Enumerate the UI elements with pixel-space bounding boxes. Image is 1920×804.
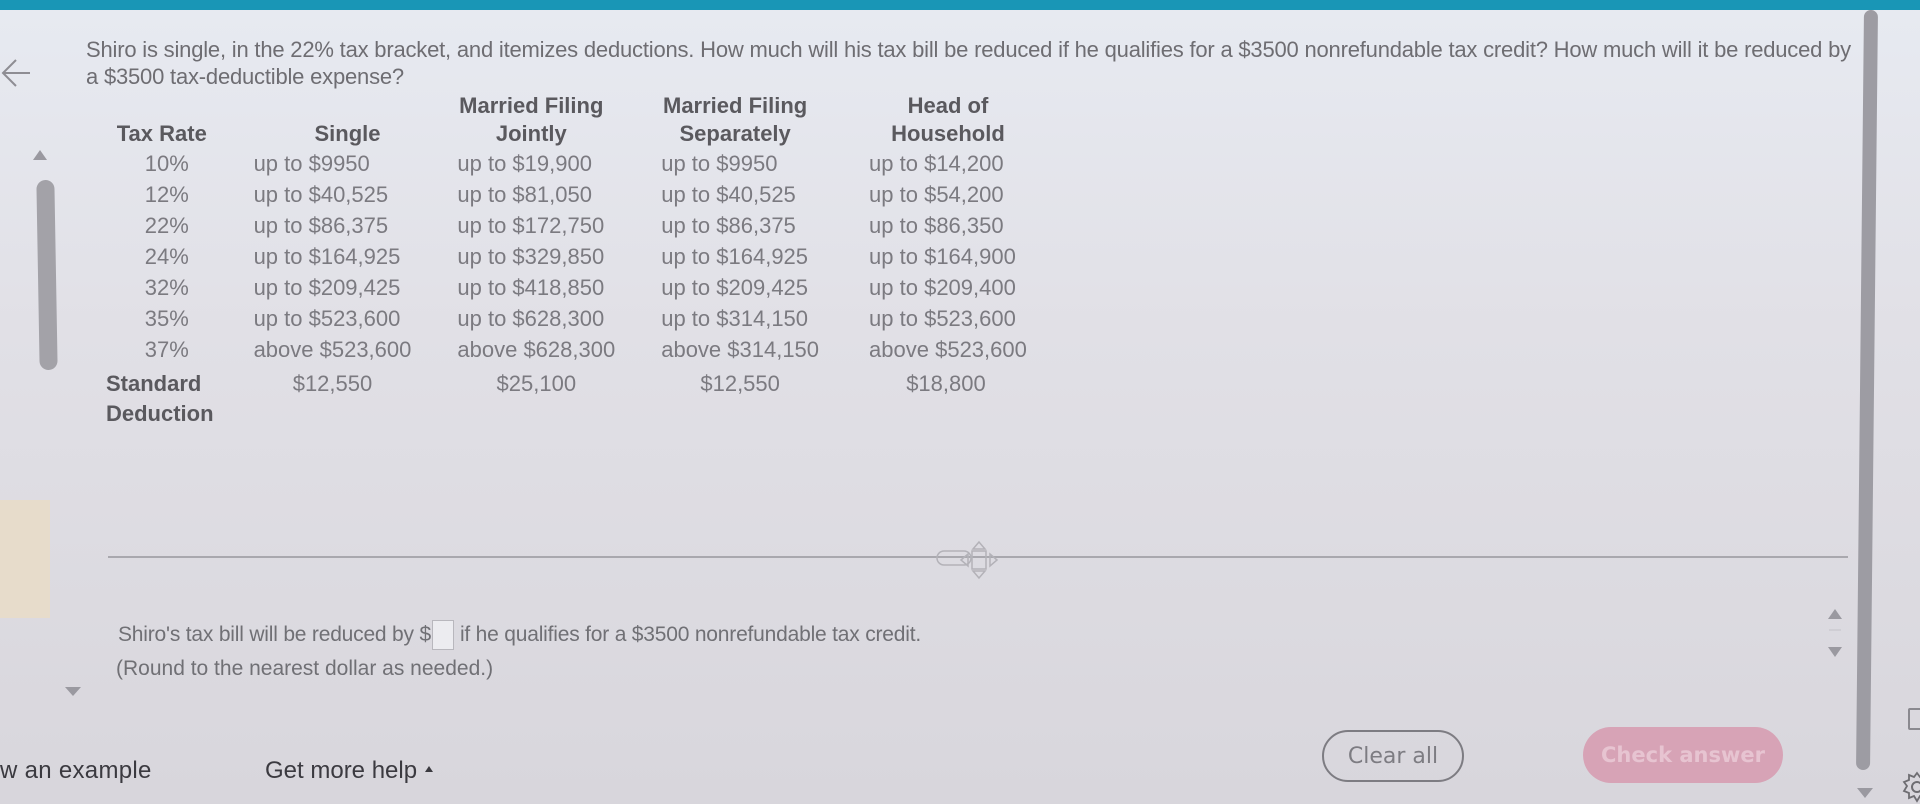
view-example-link[interactable]: w an example bbox=[0, 757, 152, 785]
mfs-cell: up to $209,425 bbox=[661, 275, 809, 300]
hoh-cell: up to $523,600 bbox=[869, 306, 1016, 331]
arrow-left-icon[interactable] bbox=[0, 56, 34, 90]
check-answer-button[interactable]: Check answer bbox=[1583, 727, 1783, 783]
header-mfs: Married Filing Separately bbox=[663, 93, 808, 146]
right-scroll-down-button[interactable] bbox=[1857, 788, 1873, 798]
answer-scroll-up[interactable] bbox=[1828, 609, 1842, 619]
side-tab bbox=[0, 500, 50, 618]
table-row: 24% up to $164,925 up to $329,850 up to $16… bbox=[100, 241, 1037, 272]
mfs-cell: up to $314,150 bbox=[661, 306, 809, 331]
move-handle-icon[interactable] bbox=[935, 540, 1005, 580]
table-row: 10% up to $9950 up to $19,900 up to $9950 up… bbox=[100, 148, 1037, 179]
rate-cell: 32% bbox=[144, 275, 189, 300]
mfj-cell: up to $329,850 bbox=[457, 244, 605, 269]
rate-cell: 12% bbox=[144, 182, 189, 207]
rate-cell: 24% bbox=[144, 244, 189, 269]
standard-deduction-label: Standard Deduction bbox=[106, 371, 214, 426]
table-row: 12% up to $40,525 up to $81,050 up to $40,5… bbox=[100, 179, 1037, 210]
mfs-cell: above $314,150 bbox=[661, 337, 820, 362]
scroll-up-button[interactable] bbox=[33, 150, 47, 160]
caret-up-icon bbox=[425, 765, 434, 772]
single-cell: up to $209,425 bbox=[253, 275, 401, 300]
answer-suffix: if he qualifies for a $3500 nonrefundabl… bbox=[459, 623, 921, 646]
hoh-cell: up to $86,350 bbox=[869, 213, 1004, 238]
gear-icon[interactable] bbox=[1900, 770, 1920, 804]
header-single: Single bbox=[314, 121, 381, 146]
standard-deduction-mfj: $25,100 bbox=[496, 371, 577, 396]
table-header-row: Tax Rate Single Married Filing Jointly Ma… bbox=[100, 92, 1037, 148]
hoh-cell: up to $14,200 bbox=[869, 151, 1004, 176]
answer-scroll-divider bbox=[1829, 629, 1841, 631]
top-bar bbox=[0, 0, 1920, 10]
rate-cell: 37% bbox=[144, 337, 189, 362]
header-hoh: Head of Household bbox=[891, 93, 1005, 146]
tax-bracket-table: Tax Rate Single Married Filing Jointly Ma… bbox=[100, 92, 1037, 429]
left-scrollbar-thumb[interactable] bbox=[36, 179, 58, 371]
mfj-cell: up to $418,850 bbox=[457, 275, 605, 300]
answer-sentence: Shiro's tax bill will be reduced by $ if … bbox=[118, 620, 921, 651]
hoh-cell: above $523,600 bbox=[869, 337, 1027, 362]
mfj-cell: up to $172,750 bbox=[457, 213, 605, 238]
hoh-cell: up to $209,400 bbox=[869, 275, 1016, 300]
table-row: 32% up to $209,425 up to $418,850 up to $20… bbox=[100, 272, 1037, 303]
answer-prefix: Shiro's tax bill will be reduced by $ bbox=[118, 623, 431, 646]
header-mfj: Married Filing Jointly bbox=[459, 93, 604, 146]
get-more-help-link[interactable]: Get more help bbox=[265, 757, 434, 785]
single-cell: up to $164,925 bbox=[253, 244, 401, 269]
mfj-cell: up to $19,900 bbox=[457, 151, 592, 176]
clear-all-button[interactable]: Clear all bbox=[1322, 730, 1464, 782]
question-text: Shiro is single, in the 22% tax bracket,… bbox=[86, 37, 1851, 89]
rate-cell: 22% bbox=[144, 213, 189, 238]
rate-cell: 10% bbox=[144, 151, 189, 176]
mfj-cell: above $628,300 bbox=[457, 337, 616, 362]
hoh-cell: up to $164,900 bbox=[869, 244, 1016, 269]
single-cell: up to $9950 bbox=[253, 151, 370, 176]
table-row: 35% up to $523,600 up to $628,300 up to $31… bbox=[100, 303, 1037, 334]
panel-toggle-icon[interactable] bbox=[1908, 708, 1920, 730]
mfj-cell: up to $81,050 bbox=[457, 182, 592, 207]
table-row: 22% up to $86,375 up to $172,750 up to $86,… bbox=[100, 210, 1037, 241]
single-cell: up to $523,600 bbox=[253, 306, 401, 331]
hoh-cell: up to $54,200 bbox=[869, 182, 1004, 207]
header-tax-rate: Tax Rate bbox=[116, 121, 207, 146]
mfs-cell: up to $9950 bbox=[661, 151, 778, 176]
standard-deduction-single: $12,550 bbox=[292, 371, 373, 396]
standard-deduction-mfs: $12,550 bbox=[700, 371, 780, 396]
mfs-cell: up to $40,525 bbox=[661, 182, 796, 207]
answer-input[interactable] bbox=[431, 620, 454, 651]
rounding-note: (Round to the nearest dollar as needed.) bbox=[116, 657, 494, 680]
scroll-down-button[interactable] bbox=[65, 687, 81, 696]
table-row: 37% above $523,600 above $628,300 above $31… bbox=[100, 334, 1037, 365]
single-cell: up to $86,375 bbox=[253, 213, 389, 238]
mfs-cell: up to $164,925 bbox=[661, 244, 809, 269]
mfj-cell: up to $628,300 bbox=[457, 306, 605, 331]
answer-scroll-down[interactable] bbox=[1828, 647, 1842, 657]
mfs-cell: up to $86,375 bbox=[661, 213, 796, 238]
rate-cell: 35% bbox=[144, 306, 189, 331]
standard-deduction-hoh: $18,800 bbox=[906, 371, 986, 396]
get-more-help-label: Get more help bbox=[265, 757, 418, 784]
single-cell: above $523,600 bbox=[253, 337, 412, 362]
single-cell: up to $40,525 bbox=[253, 182, 389, 207]
standard-deduction-row: Standard Deduction $12,550 $25,100 $12,550 $1… bbox=[100, 365, 1037, 429]
